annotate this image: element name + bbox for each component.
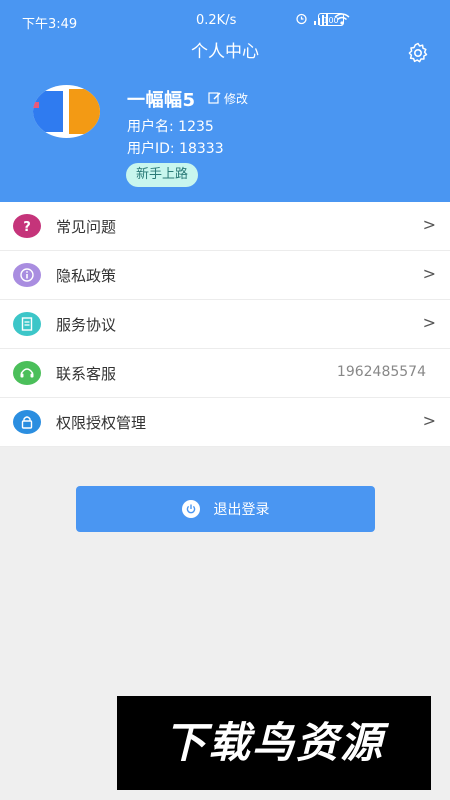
edit-label: 修改 <box>224 92 249 106</box>
battery-indicator: 100 <box>318 13 344 26</box>
alarm-icon <box>295 12 308 25</box>
menu-label: 权限授权管理 <box>56 414 147 432</box>
network-speed: 0.2K/s <box>196 13 237 28</box>
menu-item-customer-service[interactable]: 联系客服 1962485574 <box>0 349 450 398</box>
chevron-right-icon: > <box>422 313 436 332</box>
watermark-logo: 下载鸟资源 <box>117 696 431 790</box>
status-bar: 下午3:49 0.2K/s 100 <box>0 0 450 40</box>
user-id: 用户ID: 18333 <box>127 141 224 157</box>
menu-item-permissions[interactable]: 权限授权管理 > <box>0 398 450 447</box>
menu-label: 联系客服 <box>56 365 117 383</box>
avatar[interactable] <box>33 85 100 138</box>
page-title: 个人中心 <box>191 42 259 62</box>
chevron-right-icon: > <box>422 411 436 430</box>
logout-button[interactable]: 退出登录 <box>76 486 375 532</box>
document-icon <box>13 312 41 336</box>
menu-item-faq[interactable]: ? 常见问题 > <box>0 202 450 251</box>
chevron-right-icon: > <box>422 264 436 283</box>
power-icon <box>181 500 200 518</box>
customer-service-number: 1962485574 <box>336 364 426 380</box>
menu-label: 常见问题 <box>56 218 117 236</box>
menu-label: 服务协议 <box>56 316 117 334</box>
menu-list: ? 常见问题 > 隐私政策 > 服务协议 > 联系客服 1962485574 权… <box>0 202 450 447</box>
question-icon: ? <box>13 214 41 238</box>
username: 用户名: 1235 <box>127 119 214 135</box>
settings-button[interactable] <box>406 41 430 65</box>
edit-profile-button[interactable]: 修改 <box>208 90 248 107</box>
logout-label: 退出登录 <box>213 502 270 518</box>
nickname: 一幅幅5 <box>127 90 196 111</box>
info-icon <box>13 263 41 287</box>
edit-icon <box>208 91 221 107</box>
menu-item-service-agreement[interactable]: 服务协议 > <box>0 300 450 349</box>
headset-icon <box>13 361 41 385</box>
menu-label: 隐私政策 <box>56 267 117 285</box>
gear-icon <box>406 42 430 69</box>
status-time: 下午3:49 <box>22 17 78 32</box>
svg-text:?: ? <box>23 220 31 235</box>
lock-icon <box>13 410 41 434</box>
menu-item-privacy[interactable]: 隐私政策 > <box>0 251 450 300</box>
level-badge: 新手上路 <box>126 163 199 187</box>
chevron-right-icon: > <box>422 215 436 234</box>
